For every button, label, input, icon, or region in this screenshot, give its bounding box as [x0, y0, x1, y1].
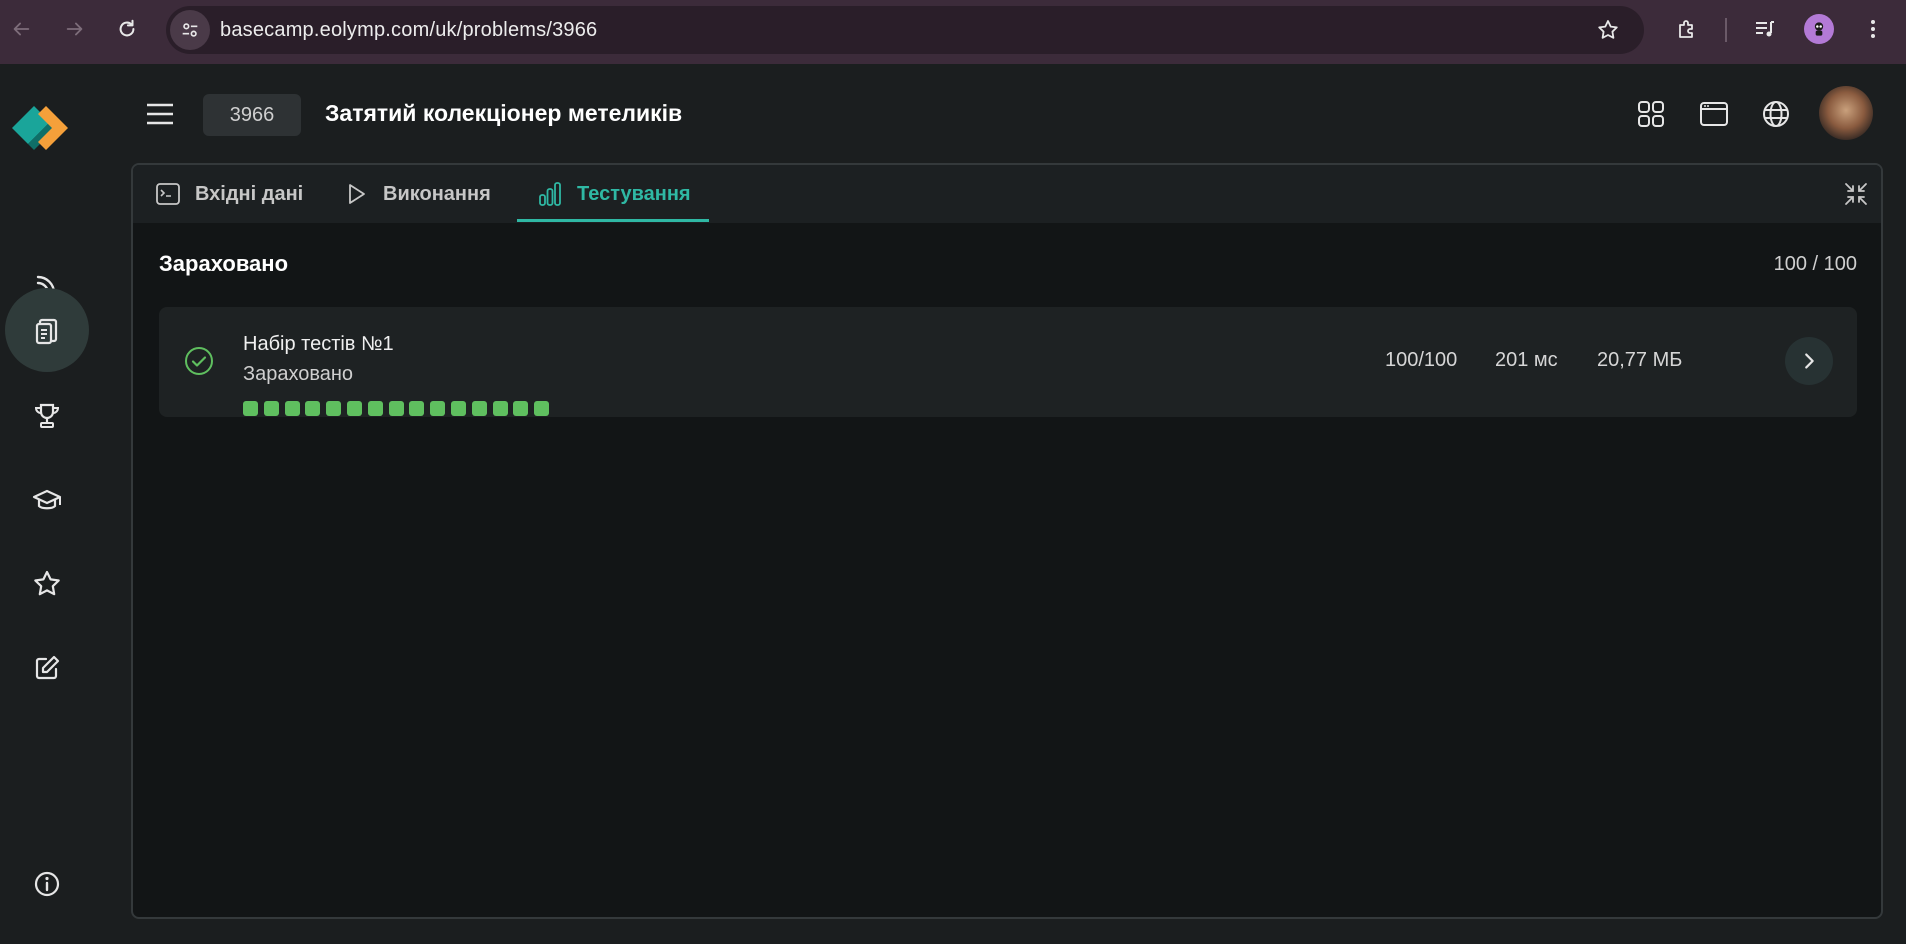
tune-icon: [182, 23, 198, 37]
info-icon: [34, 871, 60, 897]
testset-points: 100/100: [1385, 349, 1458, 371]
browser-toolbar: basecamp.eolymp.com/uk/problems/3966: [0, 0, 1906, 64]
sidebar-item-favorites[interactable]: [5, 542, 89, 626]
toolbar-divider: [1725, 18, 1727, 42]
verdict-title: Зараховано: [159, 251, 289, 276]
incognito-figure-icon: [1814, 22, 1824, 36]
url-text[interactable]: basecamp.eolymp.com/uk/problems/3966: [220, 19, 597, 42]
testset-memory: 20,77 МБ: [1597, 349, 1683, 371]
edit-pencil-icon: [35, 655, 60, 680]
test-result-dot[interactable]: [513, 401, 529, 416]
forward-button[interactable]: [58, 12, 92, 46]
tab-execution[interactable]: Виконання: [343, 165, 491, 223]
trophy-icon: [34, 403, 60, 428]
eolymp-logo[interactable]: [10, 100, 84, 156]
test-result-dot[interactable]: [492, 401, 508, 416]
language-button[interactable]: [1756, 94, 1796, 134]
address-bar[interactable]: basecamp.eolymp.com/uk/problems/3966: [166, 6, 1644, 54]
testset-expand-button[interactable]: [1785, 337, 1833, 385]
apps-button[interactable]: [1631, 94, 1671, 134]
clipboard-list-icon: [35, 318, 58, 345]
browser-menu-button[interactable]: [1856, 12, 1890, 46]
test-result-dot[interactable]: [263, 401, 279, 416]
back-button[interactable]: [4, 12, 38, 46]
reload-icon: [119, 19, 135, 37]
puzzle-icon: [1679, 20, 1693, 38]
active-tab-indicator: [517, 219, 709, 222]
test-result-dot[interactable]: [409, 401, 425, 416]
test-result-dot[interactable]: [471, 401, 487, 416]
app-sidebar: [0, 64, 107, 944]
test-result-dot[interactable]: [450, 401, 466, 416]
tab-label: Вхідні дані: [195, 182, 304, 205]
tab-testing[interactable]: Тестування: [537, 165, 691, 223]
grid-apps-icon: [1638, 101, 1664, 127]
tab-label: Тестування: [577, 182, 691, 205]
check-circle-icon: [185, 347, 213, 375]
globe-icon: [1763, 101, 1789, 127]
arrow-left-icon: [13, 22, 30, 36]
test-result-dot[interactable]: [346, 401, 362, 416]
profile-avatar: [1804, 14, 1834, 44]
tab-label: Виконання: [383, 182, 491, 205]
test-result-dot[interactable]: [388, 401, 404, 416]
extensions-button[interactable]: [1670, 12, 1704, 46]
sidebar-item-info[interactable]: [5, 842, 89, 926]
kebab-menu-icon: [1871, 20, 1875, 38]
tab-input-data[interactable]: Вхідні дані: [155, 165, 303, 223]
terminal-icon: [156, 183, 180, 205]
test-result-dot[interactable]: [534, 401, 550, 416]
testset-name: Набір тестів №1: [243, 333, 394, 355]
sidebar-item-courses[interactable]: [5, 458, 89, 542]
browser-window-icon: [1700, 102, 1728, 126]
test-result-dot[interactable]: [367, 401, 383, 416]
hamburger-menu-icon[interactable]: [145, 100, 175, 128]
user-avatar[interactable]: [1819, 86, 1873, 140]
test-result-dot[interactable]: [305, 401, 321, 416]
bookmark-star-icon[interactable]: [1596, 18, 1620, 42]
bar-chart-icon: [539, 182, 561, 206]
problem-header: 3966 Затятий колекціонер метеликів: [107, 64, 1906, 164]
test-result-dot[interactable]: [284, 401, 300, 416]
media-control-button[interactable]: [1748, 12, 1782, 46]
playlist-music-icon: [1756, 21, 1774, 37]
sidebar-item-editor[interactable]: [5, 626, 89, 710]
graduation-cap-icon: [32, 489, 62, 510]
arrow-right-icon: [66, 22, 83, 36]
test-results-dots: [243, 401, 550, 416]
window-layout-button[interactable]: [1694, 94, 1734, 134]
problem-title: Затятий колекціонер метеликів: [325, 100, 683, 126]
testset-card[interactable]: Набір тестів №1 Зараховано 100/100 201 м…: [159, 307, 1857, 417]
submission-panel: Вхідні дані Виконання Тестування Зарахов…: [131, 163, 1883, 919]
total-score: 100 / 100: [1773, 253, 1857, 275]
panel-tabs: Вхідні дані Виконання Тестування: [133, 165, 1881, 223]
test-result-dot[interactable]: [430, 401, 446, 416]
test-result-dot[interactable]: [243, 401, 258, 416]
collapse-icon[interactable]: [1843, 181, 1869, 207]
play-icon: [349, 184, 365, 204]
problem-id-badge: 3966: [203, 94, 301, 136]
testset-status: Зараховано: [243, 363, 354, 385]
star-icon: [34, 570, 60, 596]
chevron-right-icon: [1805, 353, 1814, 369]
test-result-dot[interactable]: [326, 401, 342, 416]
site-info-button[interactable]: [170, 10, 210, 50]
sidebar-item-competitions[interactable]: [5, 374, 89, 458]
profile-button[interactable]: [1802, 12, 1836, 46]
testset-time: 201 мс: [1495, 349, 1558, 371]
reload-button[interactable]: [110, 12, 144, 46]
sidebar-item-problems[interactable]: [5, 288, 89, 372]
